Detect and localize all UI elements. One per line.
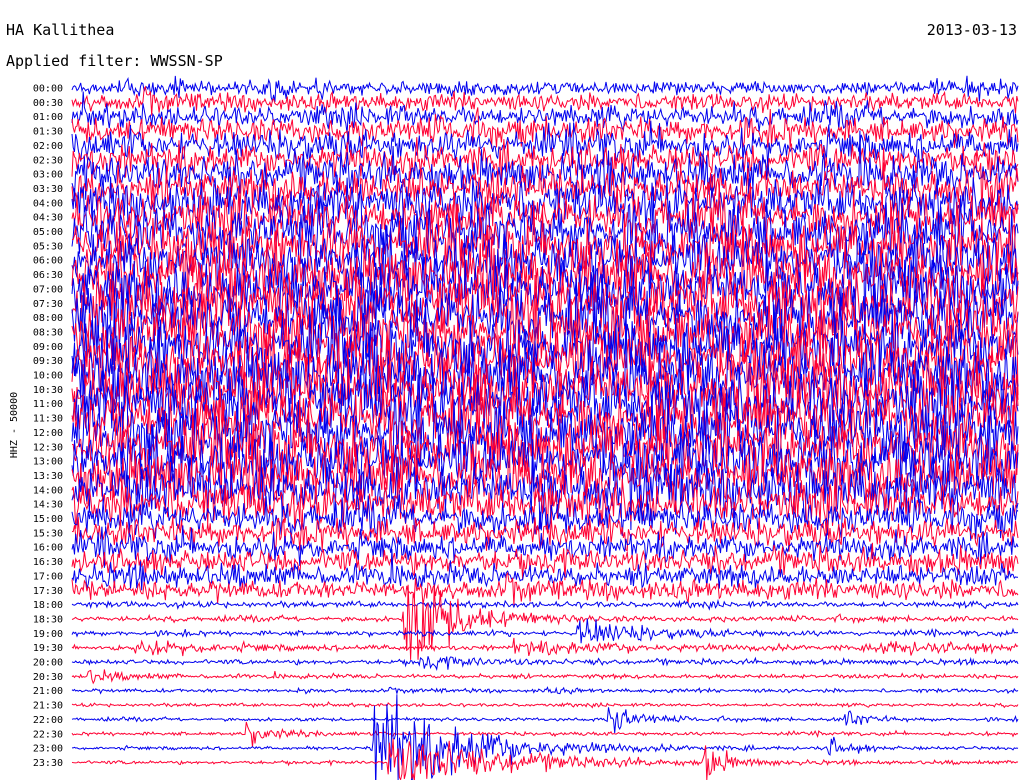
hour-label: 22:00 xyxy=(33,715,63,726)
y-axis-label: HHZ - 50000 xyxy=(9,392,20,458)
hour-label: 03:00 xyxy=(33,170,63,181)
hour-label: 05:30 xyxy=(33,241,63,252)
trace-line xyxy=(71,656,1019,671)
hour-label: 15:00 xyxy=(33,514,63,525)
hour-label: 21:30 xyxy=(33,701,63,712)
hour-label: 04:00 xyxy=(33,198,63,209)
hour-label: 02:00 xyxy=(33,141,63,152)
hour-label: 19:00 xyxy=(33,629,63,640)
trace-line xyxy=(71,75,1019,103)
hour-tick-labels: 00:00 00:30 01:00 01:30 02:00 02:30 03:00 03:30… xyxy=(33,84,63,769)
trace-line xyxy=(71,669,1019,685)
filter-label: Applied filter: WWSSN-SP xyxy=(6,52,223,70)
hour-label: 09:30 xyxy=(33,356,63,367)
hour-label: 16:00 xyxy=(33,543,63,554)
hour-label: 01:30 xyxy=(33,127,63,138)
hour-label: 14:30 xyxy=(33,500,63,511)
hour-label: 13:30 xyxy=(33,471,63,482)
hour-label: 06:30 xyxy=(33,270,63,281)
hour-label: 05:00 xyxy=(33,227,63,238)
hour-label: 04:30 xyxy=(33,213,63,224)
hour-label: 19:30 xyxy=(33,643,63,654)
seismic-traces xyxy=(71,75,1019,780)
hour-label: 20:00 xyxy=(33,658,63,669)
hour-label: 00:00 xyxy=(33,84,63,95)
station-title: HA Kallithea xyxy=(6,21,114,39)
trace-line xyxy=(71,686,1019,695)
trace-line xyxy=(71,707,1019,734)
trace-line xyxy=(71,618,1019,644)
hour-label: 22:30 xyxy=(33,729,63,740)
hour-label: 23:00 xyxy=(33,744,63,755)
hour-label: 07:30 xyxy=(33,299,63,310)
hour-label: 08:00 xyxy=(33,313,63,324)
hour-label: 18:00 xyxy=(33,600,63,611)
hour-label: 00:30 xyxy=(33,98,63,109)
trace-line xyxy=(71,637,1019,657)
hour-label: 12:30 xyxy=(33,442,63,453)
hour-label: 17:30 xyxy=(33,586,63,597)
hour-label: 16:30 xyxy=(33,557,63,568)
trace-line xyxy=(72,694,1019,780)
hour-label: 02:30 xyxy=(33,155,63,166)
hour-label: 07:00 xyxy=(33,284,63,295)
hour-label: 08:30 xyxy=(33,327,63,338)
trace-line xyxy=(71,721,1019,748)
hour-label: 18:30 xyxy=(33,614,63,625)
hour-label: 09:00 xyxy=(33,342,63,353)
date-label: 2013-03-13 xyxy=(927,21,1017,39)
helicorder-plot: HA Kallithea 2013-03-13 Applied filter: … xyxy=(6,21,1019,780)
trace-line xyxy=(71,700,1019,709)
hour-label: 03:30 xyxy=(33,184,63,195)
trace-line xyxy=(71,738,1019,780)
hour-label: 23:30 xyxy=(33,758,63,769)
hour-label: 10:00 xyxy=(33,371,63,382)
hour-label: 20:30 xyxy=(33,672,63,683)
hour-label: 11:00 xyxy=(33,399,63,410)
hour-label: 17:00 xyxy=(33,571,63,582)
hour-label: 10:30 xyxy=(33,385,63,396)
hour-label: 11:30 xyxy=(33,414,63,425)
hour-label: 21:00 xyxy=(33,686,63,697)
hour-label: 01:00 xyxy=(33,112,63,123)
hour-label: 06:00 xyxy=(33,256,63,267)
hour-label: 14:00 xyxy=(33,485,63,496)
hour-label: 13:00 xyxy=(33,457,63,468)
hour-label: 12:00 xyxy=(33,428,63,439)
trace-line xyxy=(71,597,1019,611)
trace-line xyxy=(71,91,1019,134)
hour-label: 15:30 xyxy=(33,528,63,539)
